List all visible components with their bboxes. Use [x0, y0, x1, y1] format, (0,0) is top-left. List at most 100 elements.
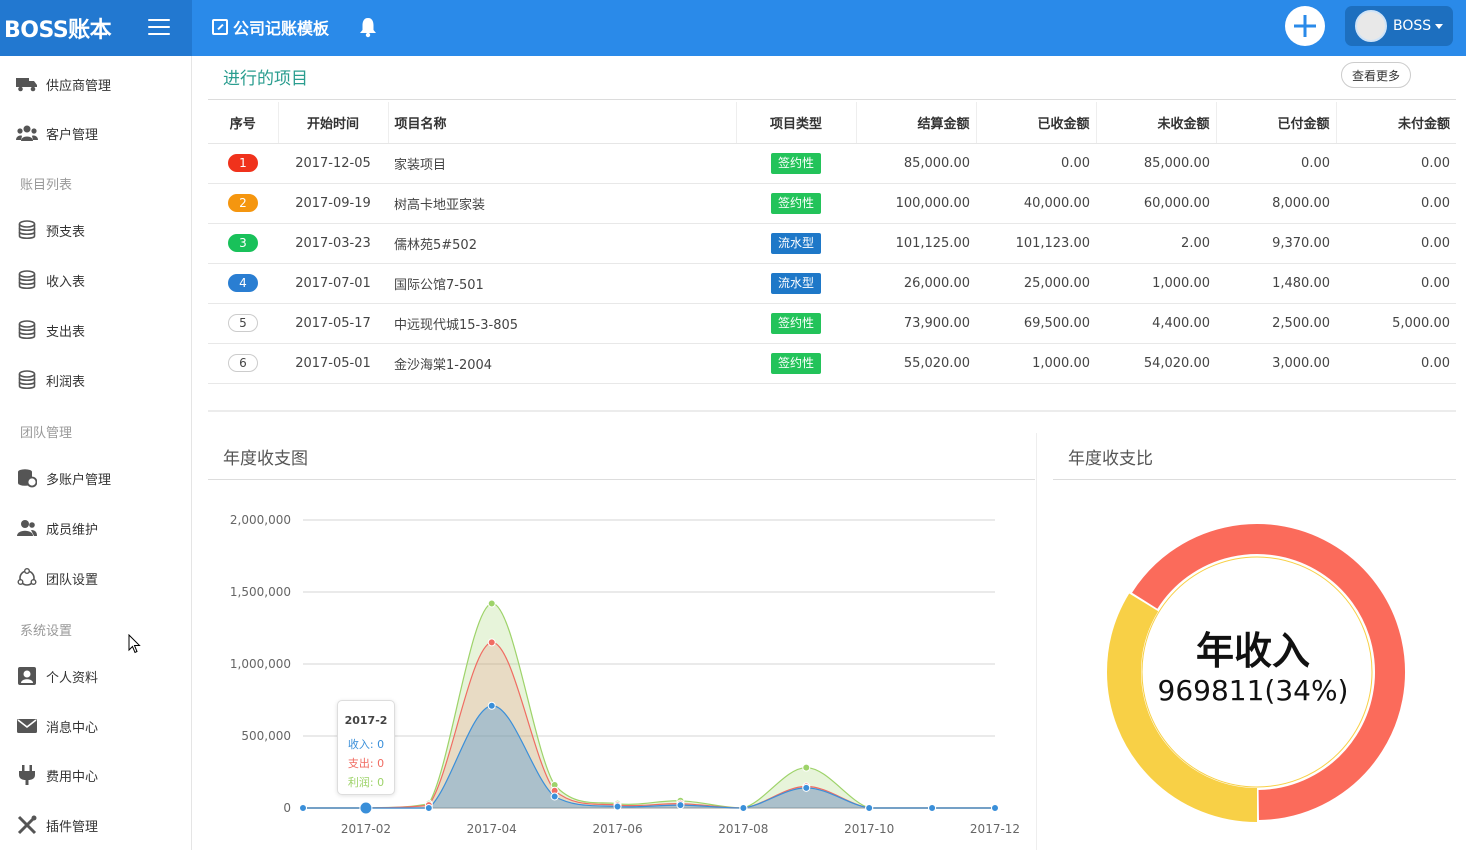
table-header-row: 序号 开始时间 项目名称 项目类型 结算金额 已收金额 未收金额 已付金额 未付… — [208, 102, 1456, 144]
table-row[interactable]: 6 2017-05-01 金沙海棠1-2004 签约性 55,020.00 1,000.0… — [208, 343, 1456, 384]
received-amount: 1,000.00 — [976, 343, 1096, 384]
unpaid-amount: 0.00 — [1336, 183, 1456, 224]
sidebar-item-advance[interactable]: 预支表 — [0, 210, 190, 250]
unpaid-amount: 0.00 — [1336, 263, 1456, 304]
donut-center-label: 年收入 — [1195, 629, 1310, 673]
donut-center-value: 969811(34%) — [1157, 674, 1349, 707]
plus-icon — [1294, 15, 1316, 37]
column-header[interactable]: 项目类型 — [736, 102, 857, 144]
settle-amount: 85,000.00 — [856, 143, 976, 184]
start-date: 2017-07-01 — [278, 263, 388, 304]
data-point — [613, 802, 622, 811]
project-name[interactable]: 国际公馆7-501 — [388, 263, 736, 304]
external-link-icon — [212, 19, 228, 35]
avatar — [1355, 10, 1387, 42]
table-row[interactable]: 5 2017-05-17 中远现代城15-3-805 签约性 73,900.00 69,5… — [208, 303, 1456, 344]
data-point — [991, 804, 999, 812]
sidebar-item-suppliers[interactable]: 供应商管理 — [0, 64, 190, 104]
paid-amount: 0.00 — [1216, 143, 1336, 184]
view-more-button[interactable]: 查看更多 — [1341, 62, 1411, 88]
unreceived-amount: 4,400.00 — [1096, 303, 1216, 344]
sidebar-item-label: 预支表 — [46, 224, 86, 240]
project-type-tag: 流水型 — [770, 272, 821, 294]
project-name[interactable]: 家装项目 — [388, 143, 736, 184]
sidebar-item-income[interactable]: 收入表 — [0, 260, 190, 300]
start-date: 2017-03-23 — [278, 223, 388, 264]
settle-amount: 55,020.00 — [856, 343, 976, 384]
sidebar-item-team-settings[interactable]: 团队设置 — [0, 558, 190, 598]
sidebar: 供应商管理 客户管理 账目列表 预支表 收入表 支出表 利润表 团队管理 多账户… — [0, 56, 192, 850]
column-header[interactable]: 序号 — [208, 102, 279, 144]
sidebar-item-members[interactable]: 成员维护 — [0, 508, 190, 548]
unreceived-amount: 60,000.00 — [1096, 183, 1216, 224]
add-button[interactable] — [1285, 6, 1325, 46]
sidebar-item-profile[interactable]: 个人资料 — [0, 656, 190, 696]
unpaid-amount: 0.00 — [1336, 143, 1456, 184]
y-tick-label: 1,500,000 — [230, 585, 291, 599]
sidebar-item-label: 个人资料 — [46, 670, 99, 686]
profile-icon — [16, 666, 38, 686]
project-type-tag: 签约性 — [770, 152, 821, 174]
user-name: BOSS — [1393, 18, 1432, 34]
start-date: 2017-05-01 — [278, 343, 388, 384]
panel-separator — [1036, 433, 1037, 850]
sidebar-item-profit[interactable]: 利润表 — [0, 360, 190, 400]
database-icon — [16, 220, 38, 240]
column-header[interactable]: 开始时间 — [278, 102, 389, 144]
column-header[interactable]: 已付金额 — [1216, 102, 1337, 144]
menu-toggle-icon[interactable] — [148, 19, 170, 37]
sidebar-item-messages[interactable]: 消息中心 — [0, 706, 190, 746]
column-header[interactable]: 未收金额 — [1096, 102, 1217, 144]
column-header[interactable]: 结算金额 — [856, 102, 977, 144]
section-accounts: 账目列表 — [20, 178, 73, 193]
database-icon — [16, 370, 38, 390]
tooltip-expense: 支出: 0 — [347, 757, 385, 770]
template-title-text: 公司记账模板 — [233, 19, 330, 38]
table-row[interactable]: 3 2017-03-23 儒林苑5#502 流水型 101,125.00 101,123.… — [208, 223, 1456, 264]
tooltip-profit: 利润: 0 — [347, 776, 385, 789]
table-row[interactable]: 4 2017-07-01 国际公馆7-501 流水型 26,000.00 25,000.0… — [208, 263, 1456, 304]
bell-icon[interactable] — [358, 16, 378, 38]
column-header[interactable]: 未付金额 — [1336, 102, 1456, 144]
table-row[interactable]: 2 2017-09-19 树高卡地亚家装 签约性 100,000.00 40,000.00… — [208, 183, 1456, 224]
series-line — [303, 705, 995, 809]
divider — [208, 99, 1456, 100]
database-icon — [16, 270, 38, 290]
series-line — [303, 602, 995, 809]
x-tick-label: 2017-10 — [844, 822, 894, 836]
row-number-badge: 4 — [228, 274, 258, 292]
template-title[interactable]: 公司记账模板 — [212, 14, 329, 40]
sidebar-item-customers[interactable]: 客户管理 — [0, 113, 190, 153]
project-name[interactable]: 中远现代城15-3-805 — [388, 303, 736, 344]
data-point — [550, 792, 559, 801]
project-name[interactable]: 金沙海棠1-2004 — [388, 343, 736, 384]
unpaid-amount: 5,000.00 — [1336, 303, 1456, 344]
y-tick-label: 1,000,000 — [230, 657, 291, 671]
settle-amount: 73,900.00 — [856, 303, 976, 344]
plug-icon — [16, 765, 38, 785]
column-header[interactable]: 项目名称 — [388, 102, 737, 144]
received-amount: 25,000.00 — [976, 263, 1096, 304]
sidebar-item-label: 费用中心 — [46, 769, 99, 785]
user-menu-button[interactable]: BOSS — [1345, 6, 1453, 46]
sidebar-item-billing[interactable]: 费用中心 — [0, 755, 190, 795]
income-expense-area-chart[interactable]: 0 500,000 1,000,000 1,500,000 2,000,000 2017-… — [208, 490, 1035, 850]
received-amount: 101,123.00 — [976, 223, 1096, 264]
section-team: 团队管理 — [20, 426, 73, 441]
settings-icon — [16, 568, 38, 588]
sidebar-item-plugins[interactable]: 插件管理 — [0, 805, 190, 845]
sidebar-item-multi-account[interactable]: 多账户管理 — [0, 458, 190, 498]
x-tick-label: 2017-06 — [592, 822, 642, 836]
sidebar-item-expense[interactable]: 支出表 — [0, 310, 190, 350]
start-date: 2017-05-17 — [278, 303, 388, 344]
truck-icon — [16, 74, 38, 94]
sidebar-item-label: 供应商管理 — [46, 78, 112, 94]
project-name[interactable]: 儒林苑5#502 — [388, 223, 736, 264]
received-amount: 0.00 — [976, 143, 1096, 184]
column-header[interactable]: 已收金额 — [976, 102, 1097, 144]
table-row[interactable]: 1 2017-12-05 家装项目 签约性 85,000.00 0.00 85,000.00… — [208, 143, 1456, 184]
project-name[interactable]: 树高卡地亚家装 — [388, 183, 736, 224]
section-system: 系统设置 — [20, 624, 73, 639]
received-amount: 40,000.00 — [976, 183, 1096, 224]
divider — [208, 479, 1035, 480]
